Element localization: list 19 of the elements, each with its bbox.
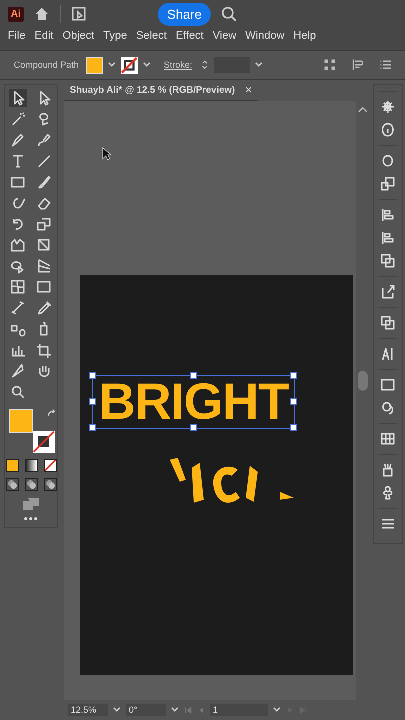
app-logo[interactable]: Ai — [8, 6, 24, 22]
close-tab-button[interactable]: × — [245, 83, 252, 97]
menu-item[interactable]: Edit — [34, 30, 54, 46]
menu-item[interactable]: View — [212, 30, 237, 46]
selection-label: Compound Path — [14, 60, 80, 70]
rotation-field[interactable]: 0° — [126, 704, 166, 716]
artwork-text: BRIGHT — [99, 380, 288, 424]
menu-item[interactable]: Effect — [176, 30, 204, 46]
share-button[interactable]: Share — [158, 2, 211, 26]
menu-item[interactable]: Help — [294, 30, 316, 46]
stroke-label[interactable]: Stroke: — [164, 60, 193, 70]
document-title: Shuayb Ali* @ 12.5 % (RGB/Preview) — [70, 84, 236, 96]
menu-item[interactable]: Object — [62, 30, 94, 46]
menu-item[interactable]: Type — [104, 30, 128, 46]
menu-item[interactable]: File — [8, 30, 26, 46]
menu-item[interactable]: Select — [136, 30, 167, 46]
menu-item[interactable]: Window — [246, 30, 285, 46]
artboard-number-field[interactable]: 1 — [210, 704, 268, 716]
zoom-field[interactable]: 12.5% — [68, 704, 108, 716]
